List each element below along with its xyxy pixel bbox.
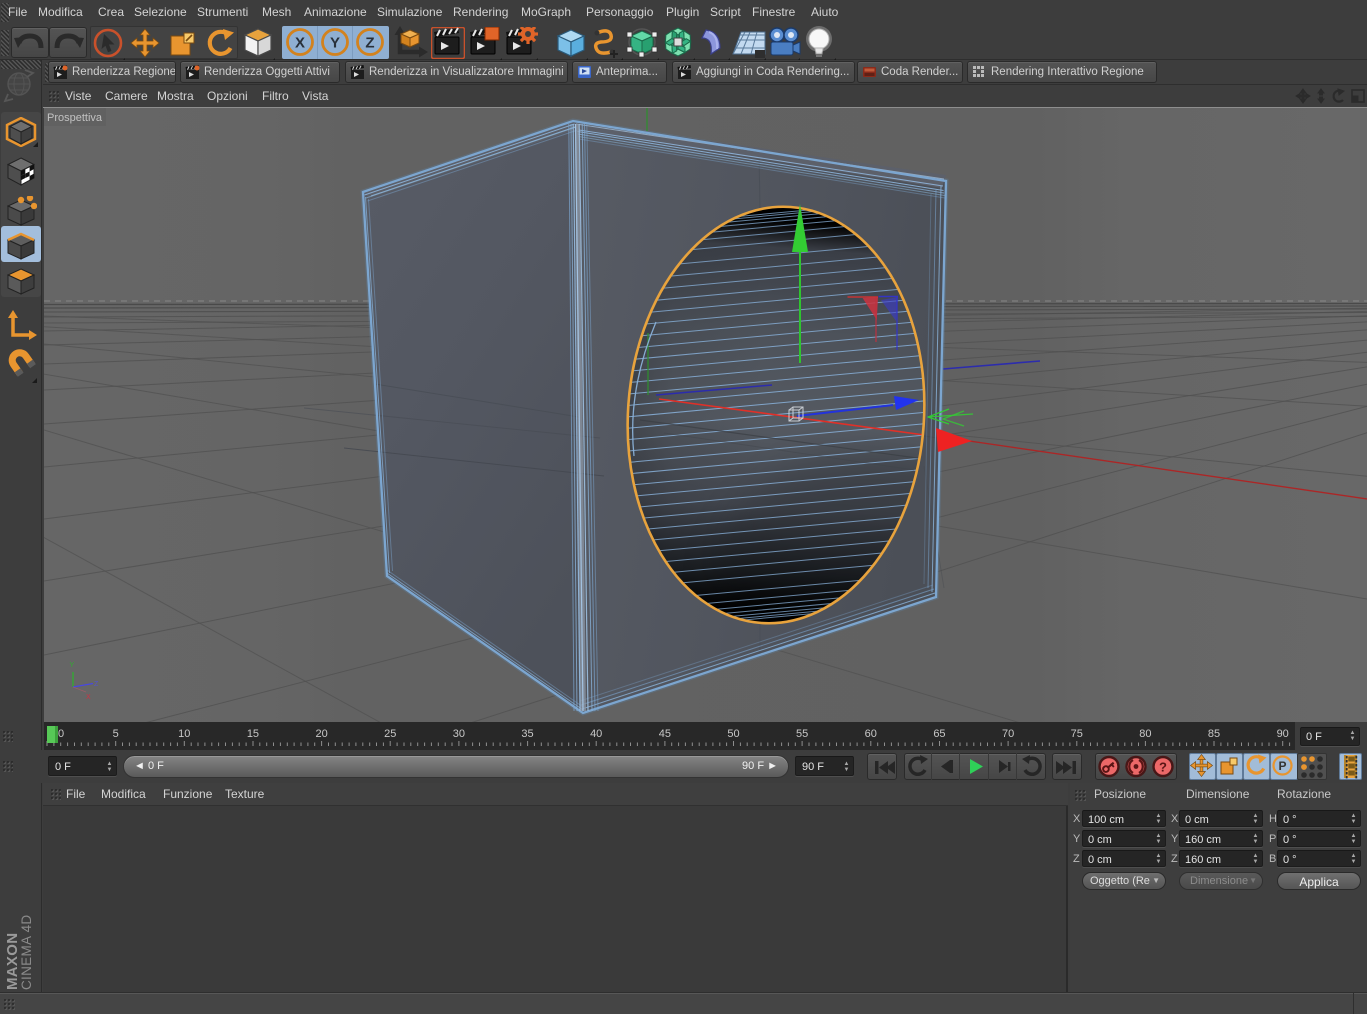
svg-text:75: 75	[1071, 728, 1083, 740]
svg-text:20: 20	[315, 728, 327, 740]
svg-text:P: P	[1278, 759, 1286, 773]
svg-text:Z: Z	[94, 681, 99, 688]
svg-text:10: 10	[178, 728, 190, 740]
svg-text:85: 85	[1208, 728, 1220, 740]
svg-text:Y: Y	[330, 35, 340, 52]
svg-text:5: 5	[113, 728, 119, 740]
svg-text:65: 65	[933, 728, 945, 740]
svg-text:15: 15	[247, 728, 259, 740]
svg-text:50: 50	[727, 728, 739, 740]
svg-text:45: 45	[659, 728, 671, 740]
svg-text:Prospettiva: Prospettiva	[47, 112, 103, 124]
svg-text:Z: Z	[365, 35, 374, 52]
svg-text:25: 25	[384, 728, 396, 740]
svg-text:Y: Y	[70, 662, 75, 669]
svg-text:40: 40	[590, 728, 602, 740]
svg-text:30: 30	[453, 728, 465, 740]
svg-text:90: 90	[1277, 728, 1289, 740]
svg-text:70: 70	[1002, 728, 1014, 740]
svg-text:35: 35	[521, 728, 533, 740]
svg-text:60: 60	[865, 728, 877, 740]
svg-text:80: 80	[1139, 728, 1151, 740]
svg-text:?: ?	[1159, 760, 1167, 775]
svg-text:55: 55	[796, 728, 808, 740]
svg-text:X: X	[86, 694, 91, 701]
svg-text:0: 0	[58, 728, 64, 740]
svg-text:X: X	[295, 35, 305, 52]
